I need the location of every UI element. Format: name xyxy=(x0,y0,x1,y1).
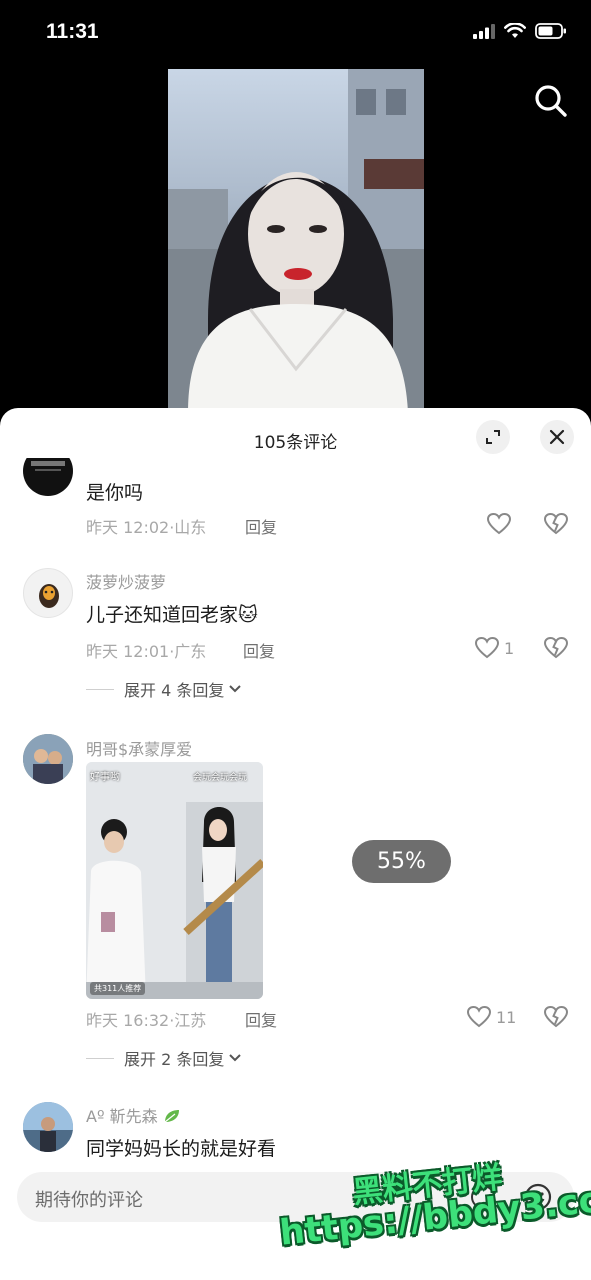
signal-icon xyxy=(473,23,495,39)
like-count: 11 xyxy=(496,1007,517,1027)
expand-replies-label: 展开 2 条回复 xyxy=(124,1050,225,1069)
comments-sheet: 105条评论 是你吗 昨天 12:02·山东 回复 菠萝炒菠萝 儿子还知道回老家… xyxy=(0,408,591,1280)
comment-username[interactable]: Aº 靳先森 xyxy=(86,1107,158,1126)
close-icon xyxy=(549,429,565,445)
like-button[interactable]: 11 xyxy=(466,1005,516,1029)
like-button[interactable]: 1 xyxy=(474,636,514,660)
comment-time: 昨天 12:02 xyxy=(86,518,170,537)
avatar-character-image xyxy=(39,584,59,608)
expand-sheet-button[interactable] xyxy=(476,420,510,454)
zoom-indicator: 55% xyxy=(352,840,451,883)
chevron-down-icon xyxy=(229,1054,242,1062)
comment-location: 江苏 xyxy=(174,1011,207,1030)
reply-button[interactable]: 回复 xyxy=(245,1007,277,1031)
expand-replies-button[interactable]: 展开 4 条回复 xyxy=(86,677,242,701)
divider-line xyxy=(86,1057,114,1059)
video-player[interactable] xyxy=(168,69,424,413)
dislike-button[interactable] xyxy=(543,512,569,540)
reply-button[interactable]: 回复 xyxy=(245,514,277,538)
dislike-button[interactable] xyxy=(543,636,569,664)
avatar-logo-image xyxy=(31,461,65,471)
comment-input[interactable]: 期待你的评论 xyxy=(17,1172,574,1222)
dislike-button[interactable] xyxy=(543,1005,569,1033)
comment-list[interactable]: 是你吗 昨天 12:02·山东 回复 菠萝炒菠萝 儿子还知道回老家🐱 昨天 12… xyxy=(0,458,591,1163)
comment-image[interactable]: 好事哟 会玩会玩会玩 共311人推荐 xyxy=(86,762,263,999)
comment-text: 同学妈妈长的就是好看 xyxy=(86,1138,277,1160)
comment-time: 昨天 16:32 xyxy=(86,1011,170,1030)
divider-line xyxy=(86,688,114,690)
video-frame-illustration xyxy=(168,69,424,413)
search-button[interactable] xyxy=(530,80,572,122)
comment-location: 山东 xyxy=(174,518,207,537)
at-icon[interactable] xyxy=(469,1183,497,1211)
avatar[interactable] xyxy=(23,734,73,784)
image-overlay-top-right: 会玩会玩会玩 xyxy=(192,773,247,783)
comment-username[interactable]: 明哥$承蒙厚爱 xyxy=(86,736,192,760)
avatar-photo-image xyxy=(23,734,73,784)
status-icons xyxy=(473,23,567,39)
close-sheet-button[interactable] xyxy=(540,420,574,454)
battery-icon xyxy=(535,23,566,39)
avatar-photo-image xyxy=(23,1102,73,1152)
expand-replies-label: 展开 4 条回复 xyxy=(124,681,225,700)
heart-icon xyxy=(466,1005,492,1028)
comment-location: 广东 xyxy=(174,642,207,661)
reply-button[interactable]: 回复 xyxy=(243,638,275,662)
comment-username[interactable]: 菠萝炒菠萝 xyxy=(86,569,166,593)
chevron-down-icon xyxy=(229,685,242,693)
comment-text: 儿子还知道回老家 xyxy=(86,604,239,626)
status-time: 11:31 xyxy=(46,20,99,43)
comment-text: 是你吗 xyxy=(86,482,144,504)
avatar[interactable] xyxy=(23,1102,73,1152)
comment-username-row: Aº 靳先森 xyxy=(86,1103,181,1127)
comment-input-placeholder: 期待你的评论 xyxy=(35,1190,143,1211)
comment-text-row: 儿子还知道回老家🐱 xyxy=(86,600,258,627)
status-bar: 11:31 xyxy=(0,0,591,68)
image-overlay-top-left: 好事哟 xyxy=(90,772,120,783)
like-count: 1 xyxy=(504,638,515,658)
broken-heart-icon xyxy=(543,512,569,535)
heart-icon xyxy=(486,512,512,535)
cat-emoji-icon: 🐱 xyxy=(238,604,258,626)
like-button[interactable] xyxy=(486,512,512,536)
comment-meta: 昨天 12:01·广东 xyxy=(86,642,207,661)
leaf-icon xyxy=(164,1110,179,1123)
expand-replies-button[interactable]: 展开 2 条回复 xyxy=(86,1046,242,1070)
comment-meta: 昨天 16:32·江苏 xyxy=(86,1011,207,1030)
broken-heart-icon xyxy=(543,636,569,659)
emoji-icon[interactable] xyxy=(523,1182,553,1212)
avatar[interactable] xyxy=(23,458,73,496)
image-overlay-bottom: 共311人推荐 xyxy=(90,982,146,995)
avatar[interactable] xyxy=(23,568,73,618)
broken-heart-icon xyxy=(543,1005,569,1028)
heart-icon xyxy=(474,636,500,659)
search-icon xyxy=(535,85,567,117)
comment-meta: 昨天 12:02·山东 xyxy=(86,518,207,537)
comment-time: 昨天 12:01 xyxy=(86,642,170,661)
wifi-icon xyxy=(504,23,526,38)
expand-icon xyxy=(486,430,500,444)
comment-image-illustration xyxy=(86,762,263,999)
